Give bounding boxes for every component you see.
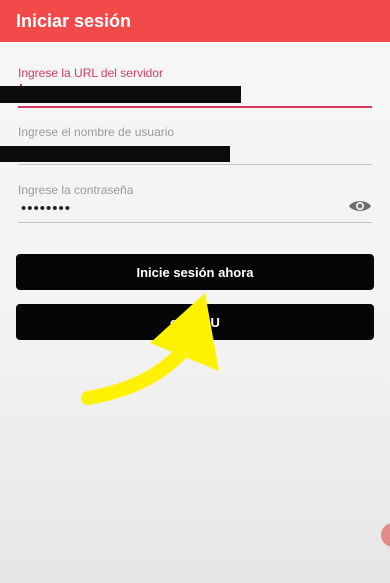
username-field[interactable]: Ingrese el nombre de usuario [0,120,372,166]
username-value-redacted [0,146,230,162]
app-bar: Iniciar sesión [0,0,390,42]
m3u-button[interactable]: enl M3U [16,304,374,340]
password-value: •••••••• [21,200,72,217]
password-field[interactable]: Ingrese la contraseña •••••••• [18,178,372,224]
page-title: Iniciar sesión [16,10,132,31]
password-label: Ingrese la contraseña [18,183,134,197]
server-url-field[interactable]: Ingrese la URL del servidor [0,62,372,108]
login-now-button[interactable]: Inicie sesión ahora [16,254,374,290]
server-url-label: Ingrese la URL del servidor [18,66,163,80]
username-label: Ingrese el nombre de usuario [18,125,175,139]
password-underline [18,222,372,223]
server-url-underline [18,106,372,108]
eye-icon[interactable] [348,198,372,214]
username-underline [18,164,372,165]
server-url-value-redacted [0,86,241,103]
floating-action-button[interactable] [381,523,390,547]
